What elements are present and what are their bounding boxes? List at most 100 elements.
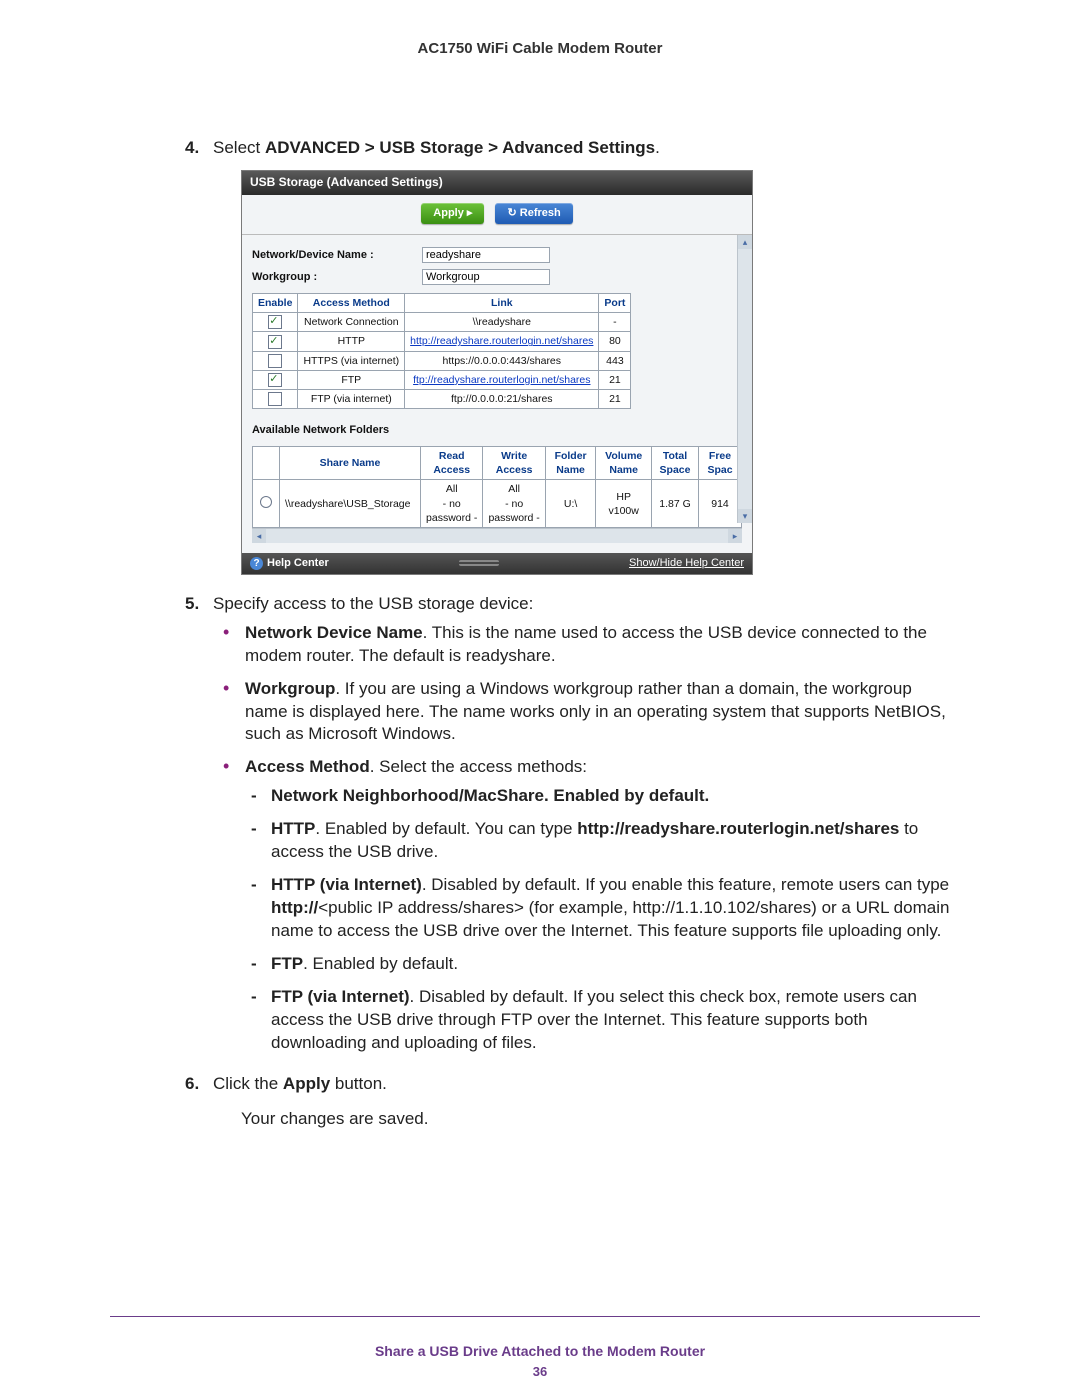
th-port: Port	[599, 293, 631, 312]
step-4: 4. Select ADVANCED > USB Storage > Advan…	[185, 137, 950, 575]
step4-suffix: .	[655, 138, 660, 157]
ndn-bold: Network Device Name	[245, 623, 423, 642]
workgroup-row: Workgroup :	[252, 269, 742, 285]
show-hide-help-link[interactable]: Show/Hide Help Center	[629, 556, 744, 571]
cell-method: HTTP	[298, 332, 405, 351]
table-row: Network Connection\\readyshare-	[253, 313, 631, 332]
d4-bold: FTP	[271, 954, 303, 973]
th-write: Write Access	[483, 447, 545, 480]
step6-t2: button.	[330, 1074, 387, 1093]
device-name-row: Network/Device Name :	[252, 247, 742, 263]
scroll-right-icon[interactable]: ▸	[728, 529, 742, 543]
step6-t1: Click the	[213, 1074, 283, 1093]
cell-method: Network Connection	[298, 313, 405, 332]
cell-link[interactable]: ftp://readyshare.routerlogin.net/shares	[405, 370, 599, 389]
dash-http: HTTP. Enabled by default. You can type h…	[247, 818, 950, 864]
d5-bold: FTP (via Internet)	[271, 987, 410, 1006]
bullet-workgroup: Workgroup. If you are using a Windows wo…	[219, 678, 950, 747]
cell-read: All - no password -	[421, 480, 483, 528]
folder-radio[interactable]	[253, 480, 280, 528]
bullet-access-method: Access Method. Select the access methods…	[219, 756, 950, 1054]
cell-port: -	[599, 313, 631, 332]
d4-text: . Enabled by default.	[303, 954, 458, 973]
th-radio	[253, 447, 280, 480]
enable-checkbox[interactable]	[253, 370, 298, 389]
d1-bold: Network Neighborhood/MacShare. Enabled b…	[271, 786, 709, 805]
wg-bold: Workgroup	[245, 679, 335, 698]
page-header: AC1750 WiFi Cable Modem Router	[130, 40, 950, 57]
cell-link[interactable]: http://readyshare.routerlogin.net/shares	[405, 332, 599, 351]
am-text: . Select the access methods:	[370, 757, 587, 776]
footer-page-number: 36	[0, 1364, 1080, 1379]
th-share: Share Name	[280, 447, 421, 480]
th-link: Link	[405, 293, 599, 312]
table-row: FTPftp://readyshare.routerlogin.net/shar…	[253, 370, 631, 389]
usb-storage-screenshot: USB Storage (Advanced Settings) Apply ▸ …	[241, 170, 753, 575]
th-volume: Volume Name	[596, 447, 652, 480]
drag-handle-icon[interactable]	[459, 560, 499, 566]
cell-method: FTP (via internet)	[298, 390, 405, 409]
enable-checkbox[interactable]	[253, 332, 298, 351]
vertical-scrollbar[interactable]: ▴ ▾	[737, 235, 752, 523]
th-total: Total Space	[652, 447, 699, 480]
cell-link: https://0.0.0.0:443/shares	[405, 351, 599, 370]
apply-button[interactable]: Apply ▸	[421, 203, 484, 224]
th-read: Read Access	[421, 447, 483, 480]
step6-saved: Your changes are saved.	[241, 1108, 950, 1131]
cell-free: 914	[699, 480, 742, 528]
workgroup-label: Workgroup :	[252, 270, 422, 285]
step-list: 4. Select ADVANCED > USB Storage > Advan…	[185, 137, 950, 1131]
th-folder: Folder Name	[545, 447, 596, 480]
d3-bold: HTTP (via Internet)	[271, 875, 422, 894]
refresh-button[interactable]: ↻ Refresh	[495, 203, 572, 224]
d2-bold: HTTP	[271, 819, 315, 838]
help-center-bar: ?Help Center Show/Hide Help Center	[242, 553, 752, 574]
scroll-left-icon[interactable]: ◂	[252, 529, 266, 543]
table-row: HTTPS (via internet)https://0.0.0.0:443/…	[253, 351, 631, 370]
device-name-label: Network/Device Name :	[252, 248, 422, 263]
cell-port: 21	[599, 390, 631, 409]
device-name-input[interactable]	[422, 247, 550, 263]
table-header-row: Enable Access Method Link Port	[253, 293, 631, 312]
help-icon: ?	[250, 557, 263, 570]
d3-t2: <public IP address/shares> (for example,…	[271, 898, 949, 940]
cell-port: 443	[599, 351, 631, 370]
cell-port: 80	[599, 332, 631, 351]
bullet-list: Network Device Name. This is the name us…	[219, 622, 950, 1055]
enable-checkbox[interactable]	[253, 313, 298, 332]
step5-intro: Specify access to the USB storage device…	[213, 594, 533, 613]
am-bold: Access Method	[245, 757, 370, 776]
step-number: 5.	[185, 593, 199, 616]
available-folders-table: Share Name Read Access Write Access Fold…	[252, 446, 742, 528]
step4-bold: ADVANCED > USB Storage > Advanced Settin…	[265, 138, 655, 157]
content-pane: ▴ ▾ Network/Device Name : Workgroup :	[242, 235, 752, 553]
cell-folder: U:\	[545, 480, 596, 528]
table-row: FTP (via internet)ftp://0.0.0.0:21/share…	[253, 390, 631, 409]
horizontal-scrollbar[interactable]: ◂ ▸	[252, 528, 742, 543]
th-free: Free Spac	[699, 447, 742, 480]
table-row: \\readyshare\USB_Storage All - no passwo…	[253, 480, 742, 528]
th-method: Access Method	[298, 293, 405, 312]
access-methods-table: Enable Access Method Link Port Network C…	[252, 293, 631, 409]
d3-url: http://	[271, 898, 318, 917]
footer-text: Share a USB Drive Attached to the Modem …	[0, 1343, 1080, 1359]
cell-total: 1.87 G	[652, 480, 699, 528]
footer-rule	[110, 1316, 980, 1317]
toolbar: Apply ▸ ↻ Refresh	[242, 195, 752, 235]
panel-titlebar: USB Storage (Advanced Settings)	[242, 171, 752, 195]
dash-ftp: FTP. Enabled by default.	[247, 953, 950, 976]
cell-link: ftp://0.0.0.0:21/shares	[405, 390, 599, 409]
cell-port: 21	[599, 370, 631, 389]
cell-method: FTP	[298, 370, 405, 389]
workgroup-input[interactable]	[422, 269, 550, 285]
bullet-ndn: Network Device Name. This is the name us…	[219, 622, 950, 668]
cell-share: \\readyshare\USB_Storage	[280, 480, 421, 528]
dash-nn: Network Neighborhood/MacShare. Enabled b…	[247, 785, 950, 808]
scroll-down-icon[interactable]: ▾	[738, 509, 752, 523]
d2-url: http://readyshare.routerlogin.net/shares	[577, 819, 899, 838]
enable-checkbox[interactable]	[253, 390, 298, 409]
scroll-up-icon[interactable]: ▴	[738, 235, 752, 249]
dash-http-internet: HTTP (via Internet). Disabled by default…	[247, 874, 950, 943]
enable-checkbox[interactable]	[253, 351, 298, 370]
help-center-label: ?Help Center	[250, 556, 329, 571]
